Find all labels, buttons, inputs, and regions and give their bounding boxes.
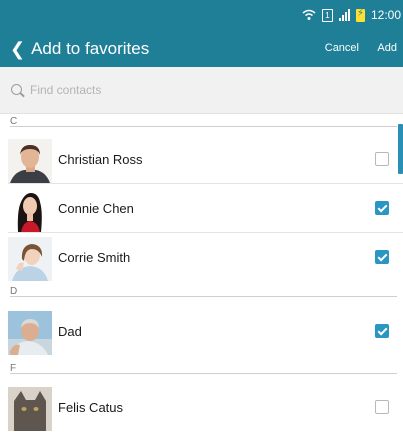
contact-row-christian-ross[interactable]: Christian Ross xyxy=(0,135,403,184)
wifi-icon xyxy=(302,9,316,20)
contact-checkbox[interactable] xyxy=(375,201,389,215)
chevron-left-icon: ❮ xyxy=(10,38,26,59)
contact-row-felis-catus[interactable]: Felis Catus xyxy=(0,383,403,432)
contact-name: Corrie Smith xyxy=(58,250,131,265)
page-title: Add to favorites xyxy=(31,38,150,58)
contact-name: Dad xyxy=(58,324,82,339)
status-time: 12:00 xyxy=(370,8,401,22)
section-divider xyxy=(10,373,397,374)
scrollbar[interactable] xyxy=(398,124,403,174)
section-divider xyxy=(10,296,397,297)
contact-name: Felis Catus xyxy=(58,400,124,415)
avatar xyxy=(8,237,52,281)
contact-checkbox[interactable] xyxy=(375,152,389,166)
contact-row-connie-chen[interactable]: Connie Chen xyxy=(0,184,403,233)
contact-checkbox[interactable] xyxy=(375,324,389,338)
search-bar xyxy=(0,67,403,114)
avatar xyxy=(8,387,52,431)
section-divider xyxy=(10,126,397,127)
section-header-f: F xyxy=(0,360,400,382)
contact-name: Christian Ross xyxy=(58,152,143,167)
section-header-d: D xyxy=(0,283,400,305)
battery-charging-icon xyxy=(355,8,365,22)
app-bar: ❮ Add to favorites Cancel Add xyxy=(0,30,403,67)
add-button[interactable]: Add xyxy=(377,30,397,67)
back-button[interactable]: ❮ Add to favorites xyxy=(10,30,149,67)
contact-checkbox[interactable] xyxy=(375,250,389,264)
avatar xyxy=(8,311,52,355)
contact-row-dad[interactable]: Dad xyxy=(0,307,403,356)
contact-row-corrie-smith[interactable]: Corrie Smith xyxy=(0,233,403,282)
search-icon xyxy=(11,84,22,95)
status-bar: 1 12:00 xyxy=(0,0,403,30)
avatar xyxy=(8,139,52,183)
cancel-button[interactable]: Cancel xyxy=(325,30,359,67)
signal-icon xyxy=(338,9,350,21)
contact-list: C Christian Ross Connie Chen Corrie Smit… xyxy=(0,113,403,431)
sim-card-icon: 1 xyxy=(321,8,333,22)
status-icons: 1 12:00 xyxy=(302,5,403,25)
contact-name: Connie Chen xyxy=(58,201,134,216)
avatar xyxy=(8,188,52,232)
search-input[interactable] xyxy=(28,77,372,103)
section-header-c: C xyxy=(0,113,400,135)
